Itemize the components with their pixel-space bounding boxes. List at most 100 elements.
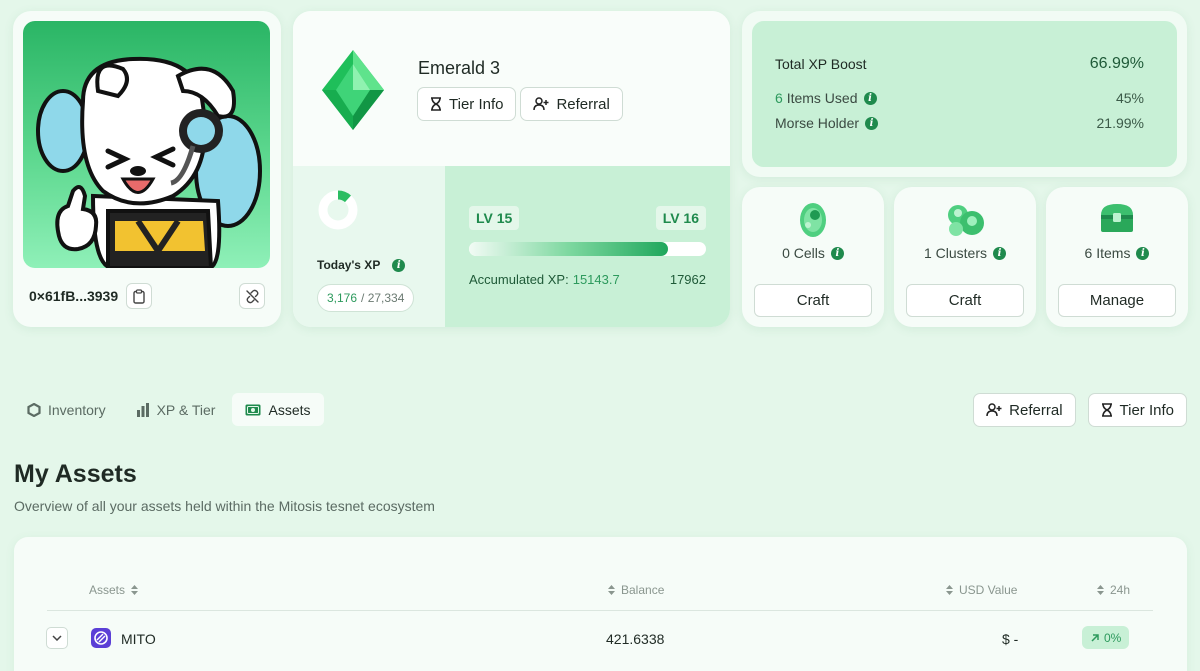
emerald-gem-icon xyxy=(322,50,384,130)
tab-xp-tier[interactable]: XP & Tier xyxy=(123,393,229,426)
boost-total: 66.99% xyxy=(1089,55,1144,72)
info-icon[interactable]: i xyxy=(863,91,877,105)
accumulated-xp-row: Accumulated XP: 15143.7 17962 xyxy=(469,272,706,287)
treasure-chest-icon xyxy=(1101,204,1133,232)
current-level-badge: LV 15 xyxy=(469,206,520,230)
cell-icon xyxy=(800,203,826,237)
sort-icon xyxy=(1097,585,1104,595)
clusters-card: 1 Clusters i Craft xyxy=(894,187,1036,327)
items-count: 6 xyxy=(1084,245,1093,261)
column-header-usd-value[interactable]: USD Value xyxy=(946,583,1017,597)
level-progress-fill xyxy=(469,242,669,256)
clusters-label: Clusters xyxy=(935,245,988,261)
tier-card: Emerald 3 Tier Info Referral Today's XP … xyxy=(293,11,730,327)
column-label: Assets xyxy=(89,583,126,597)
morse-holder-label: Morse Holder xyxy=(775,115,860,131)
boost-row-items: 6 Items Used i 45% xyxy=(775,90,1144,106)
asset-balance: 421.6338 xyxy=(606,631,665,647)
column-label: USD Value xyxy=(959,583,1018,597)
today-xp-progress-ring xyxy=(318,190,358,230)
section-tabs: Inventory XP & Tier Assets xyxy=(14,393,324,426)
column-label: Balance xyxy=(621,583,665,597)
tier-name: Emerald 3 xyxy=(418,58,501,78)
next-level-badge: LV 16 xyxy=(655,206,706,230)
avatar xyxy=(23,21,270,268)
disconnect-wallet-button[interactable] xyxy=(239,283,265,309)
cluster-icon xyxy=(948,205,984,236)
column-header-balance[interactable]: Balance xyxy=(608,583,664,597)
clusters-count: 1 xyxy=(923,245,932,261)
bar-chart-icon xyxy=(136,402,149,417)
column-header-24h[interactable]: 24h xyxy=(1097,583,1130,597)
items-label-row: 6 Items i xyxy=(1046,245,1188,261)
items-used-label: Items Used xyxy=(786,90,858,106)
accumulated-xp-value: 15143.7 xyxy=(572,272,620,287)
items-used-value: 45% xyxy=(1115,90,1144,106)
craft-clusters-button[interactable]: Craft xyxy=(906,284,1024,317)
cells-label: Cells xyxy=(793,245,825,261)
copy-address-button[interactable] xyxy=(126,283,153,309)
dog-mascot-image xyxy=(36,56,262,268)
table-divider xyxy=(47,610,1153,611)
tier-header: Emerald 3 Tier Info Referral xyxy=(293,11,730,166)
page-actions: Referral Tier Info xyxy=(973,393,1187,427)
hourglass-icon xyxy=(1101,403,1112,417)
today-xp-value: 3,176 / 27,334 xyxy=(317,284,415,312)
tab-assets-label: Assets xyxy=(268,401,311,418)
hexagon-icon xyxy=(27,402,41,417)
boost-title: Total XP Boost xyxy=(775,56,867,72)
today-xp-current: 3,176 xyxy=(327,291,358,305)
sort-icon xyxy=(131,585,139,595)
info-icon[interactable]: i xyxy=(1136,246,1150,260)
referral-label: Referral xyxy=(556,95,610,113)
tab-inventory[interactable]: Inventory xyxy=(14,393,119,426)
morse-holder-value: 21.99% xyxy=(1096,115,1144,131)
tier-actions: Tier Info Referral xyxy=(417,87,623,121)
referral-button-secondary[interactable]: Referral xyxy=(973,393,1076,427)
cells-count: 0 xyxy=(782,245,790,261)
info-icon[interactable]: i xyxy=(830,246,844,260)
column-label: 24h xyxy=(1110,583,1131,597)
unlink-icon xyxy=(245,289,259,303)
items-label: Items xyxy=(1096,245,1131,261)
arrow-up-right-icon xyxy=(1091,633,1099,642)
tier-info-button[interactable]: Tier Info xyxy=(417,87,517,121)
tab-xp-tier-label: XP & Tier xyxy=(156,401,216,418)
hourglass-icon xyxy=(431,97,441,111)
asset-24h-change-value: 0% xyxy=(1104,630,1122,645)
expand-row-button[interactable] xyxy=(46,627,68,649)
sort-icon xyxy=(946,585,953,595)
asset-usd-value: $ - xyxy=(1002,631,1019,647)
add-user-icon xyxy=(533,97,549,111)
today-xp-max: / 27,334 xyxy=(361,291,405,305)
page-title: My Assets xyxy=(14,460,137,488)
column-header-assets[interactable]: Assets xyxy=(89,583,139,597)
info-icon[interactable]: i xyxy=(392,258,406,272)
money-icon xyxy=(245,404,261,415)
manage-items-button[interactable]: Manage xyxy=(1058,284,1176,317)
level-xp-target: 17962 xyxy=(669,272,706,287)
mito-token-icon xyxy=(91,628,111,648)
xp-boost-card: Total XP Boost 66.99% 6 Items Used i 45%… xyxy=(742,11,1187,177)
wallet-row: 0×61fB...3939 xyxy=(29,281,265,311)
today-xp-label: Today's XP xyxy=(317,258,381,272)
asset-name: MITO xyxy=(121,631,156,647)
sort-icon xyxy=(608,585,615,595)
info-icon[interactable]: i xyxy=(993,246,1007,260)
asset-24h-change: 0% xyxy=(1082,626,1130,649)
boost-row-morse: Morse Holder i 21.99% xyxy=(775,115,1144,131)
tier-info-button-secondary[interactable]: Tier Info xyxy=(1087,393,1187,427)
assets-table: Assets Balance USD Value 24h MITO 421.63… xyxy=(14,537,1187,671)
info-icon[interactable]: i xyxy=(865,116,879,130)
clipboard-icon xyxy=(133,288,145,304)
tab-assets[interactable]: Assets xyxy=(232,393,324,426)
referral-button[interactable]: Referral xyxy=(520,87,623,121)
tab-inventory-label: Inventory xyxy=(48,401,106,418)
craft-cells-button[interactable]: Craft xyxy=(754,284,872,317)
today-xp-panel: Today's XP i 3,176 / 27,334 xyxy=(293,166,445,327)
tier-info-label: Tier Info xyxy=(1119,401,1174,419)
today-xp-label-row: Today's XP i xyxy=(317,258,406,272)
add-user-icon xyxy=(986,403,1002,417)
items-card: 6 Items i Manage xyxy=(1046,187,1188,327)
level-progress-panel: LV 15 LV 16 Accumulated XP: 15143.7 1796… xyxy=(445,166,730,327)
